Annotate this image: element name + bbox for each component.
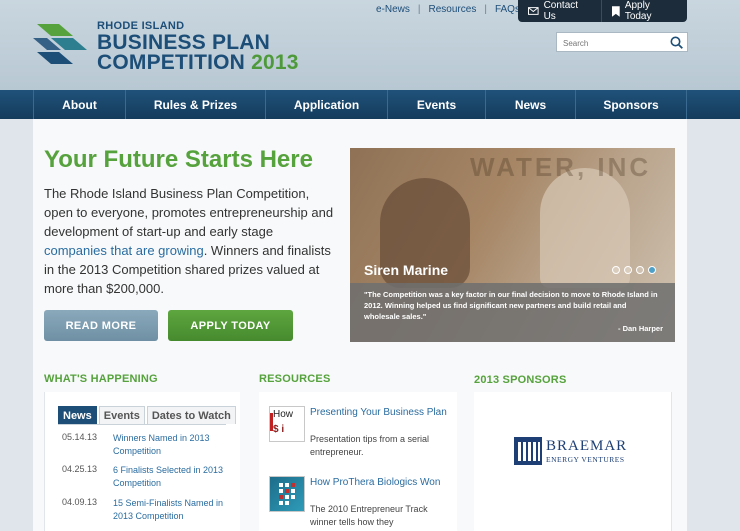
resources-link[interactable]: Resources xyxy=(421,4,485,15)
search-icon[interactable] xyxy=(670,36,683,49)
resource-thumbnail[interactable]: How $ i xyxy=(269,406,305,442)
contact-us-label: Contact Us xyxy=(543,0,579,22)
envelope-icon xyxy=(528,7,539,15)
slide-dot[interactable] xyxy=(636,266,644,274)
contact-us-button[interactable]: Contact Us xyxy=(518,0,601,22)
resource-link[interactable]: How ProThera Biologics Won xyxy=(310,476,450,489)
site-logo[interactable]: RHODE ISLAND BUSINESS PLAN COMPETITION 2… xyxy=(33,20,298,74)
logo-mark-icon xyxy=(33,24,87,64)
slide-dot[interactable] xyxy=(624,266,632,274)
news-link[interactable]: Winners Named in 2013 Competition xyxy=(113,432,238,458)
page-headline: Your Future Starts Here xyxy=(44,146,313,173)
utility-links: e-News | Resources | FAQs xyxy=(368,4,528,15)
thumbnail-text: How xyxy=(273,409,294,420)
slide-quote-box: "The Competition was a key factor in our… xyxy=(350,283,675,342)
featured-slideshow[interactable]: WATER, INC Siren Marine "The Competition… xyxy=(350,148,675,342)
apply-today-button[interactable]: APPLY TODAY xyxy=(168,310,293,341)
companies-growing-link[interactable]: companies that are growing xyxy=(44,243,204,258)
sponsors-heading: 2013 SPONSORS xyxy=(474,374,567,386)
sponsors-panel: BRAEMAR ENERGY VENTURES xyxy=(474,392,672,531)
news-date: 04.09.13 xyxy=(62,497,98,507)
resources-panel: How $ i Presenting Your Business Plan Pr… xyxy=(259,392,457,531)
intro-text: The Rhode Island Business Plan Competiti… xyxy=(44,184,339,298)
divider xyxy=(58,424,226,425)
nav-about[interactable]: About xyxy=(33,90,125,119)
tab-events[interactable]: Events xyxy=(98,406,145,424)
nav-events[interactable]: Events xyxy=(387,90,485,119)
sponsor-tagline: ENERGY VENTURES xyxy=(546,455,625,464)
whats-happening-heading: WHAT'S HAPPENING xyxy=(44,373,158,385)
news-link[interactable]: 6 Finalists Selected in 2013 Competition xyxy=(113,464,238,490)
sponsors-heading-label: SPONSORS xyxy=(499,374,567,386)
apply-today-tab-label: Apply Today xyxy=(624,0,652,22)
search-box xyxy=(556,32,688,53)
bookmark-icon xyxy=(612,5,620,17)
tab-news[interactable]: News xyxy=(58,406,97,424)
nav-application[interactable]: Application xyxy=(265,90,387,119)
main-nav: About Rules & Prizes Application Events … xyxy=(0,90,740,119)
nav-rules-prizes[interactable]: Rules & Prizes xyxy=(125,90,265,119)
slide-quote: "The Competition was a key factor in our… xyxy=(364,290,658,321)
resources-heading: RESOURCES xyxy=(259,373,331,385)
slide-title: Siren Marine xyxy=(364,262,449,278)
braemar-logo-icon xyxy=(514,437,542,465)
logo-title-line2: COMPETITION 2013 xyxy=(97,51,299,75)
slide-photo-sign: WATER, INC xyxy=(470,152,652,182)
thumbnail-text: $ i xyxy=(273,424,285,435)
nav-news[interactable]: News xyxy=(485,90,575,119)
apply-today-tab[interactable]: Apply Today xyxy=(601,0,687,22)
slide-quote-author: - Dan Harper xyxy=(617,324,663,333)
enews-link[interactable]: e-News xyxy=(368,4,418,15)
top-action-tabs: Contact Us Apply Today xyxy=(518,0,687,22)
slide-dot[interactable] xyxy=(612,266,620,274)
logo-year: 2013 xyxy=(251,51,299,74)
news-date: 04.25.13 xyxy=(62,464,98,474)
nav-sponsors[interactable]: Sponsors xyxy=(575,90,687,119)
resource-thumbnail[interactable] xyxy=(269,476,305,512)
slide-dot[interactable] xyxy=(648,266,656,274)
sponsors-heading-year: 2013 xyxy=(474,374,500,386)
whats-happening-tabs: News Events Dates to Watch xyxy=(58,406,236,424)
slide-pager xyxy=(612,266,656,274)
resource-link[interactable]: Presenting Your Business Plan xyxy=(310,406,450,419)
search-input[interactable] xyxy=(557,34,665,53)
news-date: 05.14.13 xyxy=(62,432,98,442)
site-header: RHODE ISLAND BUSINESS PLAN COMPETITION 2… xyxy=(0,0,740,90)
prothera-logo-icon xyxy=(279,483,295,505)
tab-dates-to-watch[interactable]: Dates to Watch xyxy=(146,406,236,424)
read-more-button[interactable]: READ MORE xyxy=(44,310,158,341)
logo-title-text: COMPETITION xyxy=(97,51,246,74)
resource-description: Presentation tips from a serial entrepre… xyxy=(310,434,430,457)
resource-description: The 2010 Entrepreneur Track winner tells… xyxy=(310,504,428,527)
news-link[interactable]: 15 Semi-Finalists Named in 2013 Competit… xyxy=(113,497,238,523)
intro-text-start: The Rhode Island Business Plan Competiti… xyxy=(44,186,334,239)
sponsor-name: BRAEMAR xyxy=(546,438,628,454)
whats-happening-panel: News Events Dates to Watch 05.14.13 Winn… xyxy=(44,392,240,531)
braemar-sponsor-logo[interactable]: BRAEMAR ENERGY VENTURES xyxy=(514,437,644,469)
